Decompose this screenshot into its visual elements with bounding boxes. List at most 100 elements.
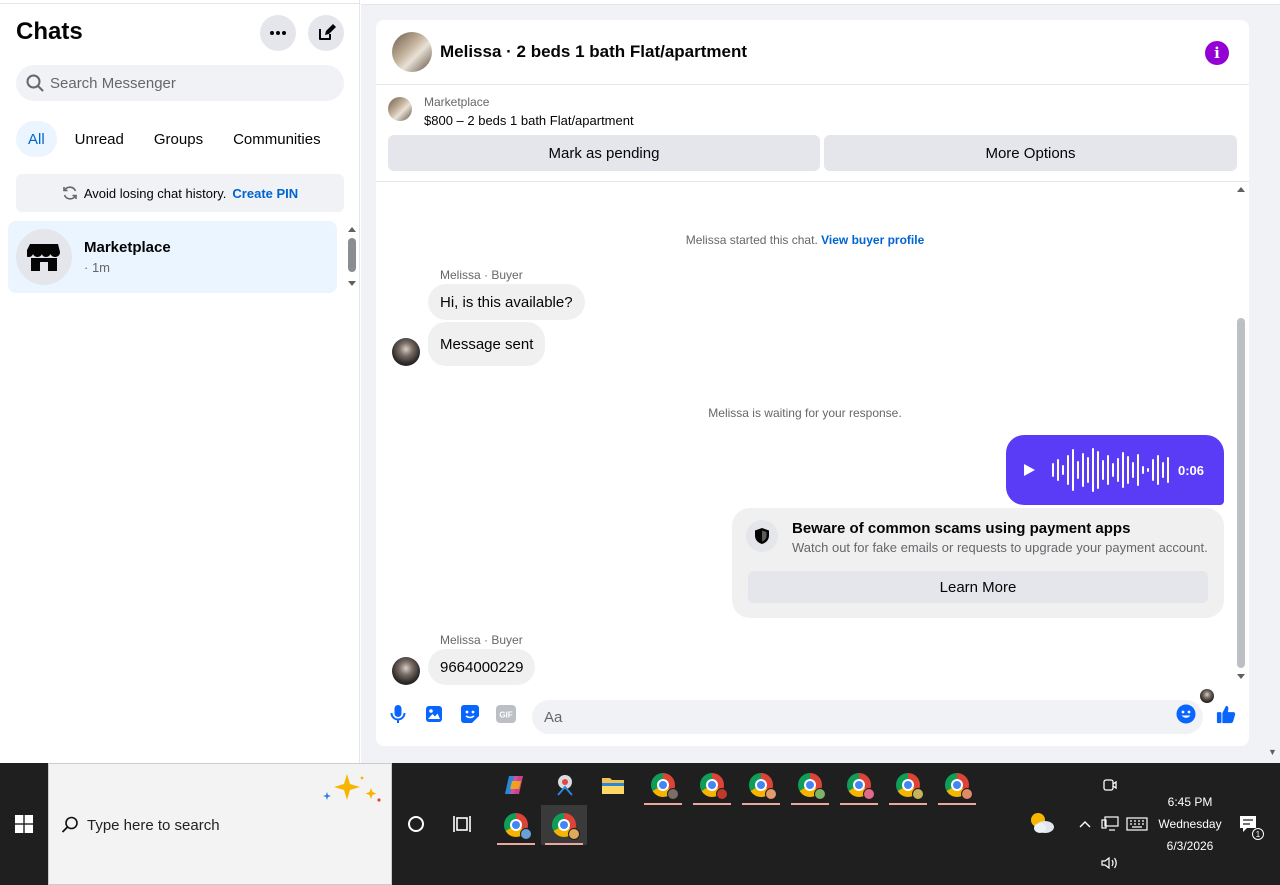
audio-waveform — [1052, 445, 1169, 495]
profile-badge — [716, 788, 728, 800]
sidebar-scrollbar-graphic — [348, 227, 356, 286]
copilot-icon — [505, 776, 523, 794]
task-view-button[interactable] — [440, 804, 486, 844]
speaker-icon — [1101, 856, 1117, 870]
profile-badge — [961, 788, 973, 800]
profile-badge — [568, 828, 580, 840]
notification-count: 1 — [1252, 828, 1264, 840]
buyer-avatar[interactable] — [392, 338, 420, 366]
filter-groups[interactable]: Groups — [142, 121, 215, 157]
copilot-app[interactable] — [492, 765, 538, 805]
search-icon — [26, 74, 44, 92]
message-bubble[interactable]: Hi, is this available? — [428, 284, 585, 320]
windows-logo-icon — [15, 815, 33, 833]
start-button[interactable] — [0, 763, 48, 885]
message-input[interactable] — [532, 700, 1203, 734]
touch-keyboard-button[interactable] — [1124, 804, 1150, 844]
chrome-window[interactable] — [640, 765, 686, 805]
weather-icon — [1031, 813, 1054, 833]
emoji-icon[interactable] — [1176, 704, 1196, 724]
folder-icon — [602, 778, 624, 794]
listing-source: Marketplace — [424, 95, 490, 109]
volume-button[interactable] — [1098, 843, 1122, 883]
notifications-button[interactable]: 1 — [1232, 804, 1266, 844]
scam-warning-card: Beware of common scams using payment app… — [732, 508, 1224, 618]
filter-communities[interactable]: Communities — [221, 121, 333, 157]
message-thread: Melissa started this chat. View buyer pr… — [376, 183, 1249, 703]
chrome-window[interactable] — [934, 765, 980, 805]
play-icon[interactable] — [1022, 463, 1036, 477]
network-icon — [1101, 816, 1119, 831]
conversation-title[interactable]: Melissa · 2 beds 1 bath Flat/apartment — [440, 42, 747, 62]
chrome-window-active[interactable] — [541, 805, 587, 845]
learn-more-button[interactable]: Learn More — [748, 571, 1208, 603]
voice-message[interactable]: 0:06 — [1006, 435, 1224, 505]
chrome-window[interactable] — [787, 765, 833, 805]
filter-all[interactable]: All — [16, 121, 57, 157]
chevron-up-icon — [1079, 821, 1091, 828]
like-icon[interactable] — [1216, 704, 1236, 724]
search-input[interactable] — [50, 74, 330, 92]
weather-widget[interactable] — [1020, 803, 1064, 843]
new-message-button[interactable] — [308, 15, 344, 51]
sender-label: Melissa · Buyer — [440, 268, 523, 282]
sidebar-scrollbar[interactable] — [346, 224, 358, 288]
messenger-search[interactable] — [16, 65, 344, 101]
cortana-button[interactable] — [393, 804, 439, 844]
main-top-divider — [361, 0, 1280, 5]
sticker-icon[interactable] — [460, 704, 480, 724]
shield-icon — [746, 520, 778, 552]
listing-title[interactable]: $800 – 2 beds 1 bath Flat/apartment — [424, 113, 634, 128]
listing-thumbnail[interactable] — [388, 97, 412, 121]
window-scroll-down-arrow[interactable]: ▼ — [1268, 747, 1277, 757]
clock-date[interactable]: 6/3/2026 — [1150, 839, 1230, 853]
voice-duration: 0:06 — [1177, 462, 1204, 478]
waiting-note: Melissa is waiting for your response. — [708, 406, 902, 420]
view-buyer-profile-link[interactable]: View buyer profile — [821, 233, 924, 247]
info-icon: i — [1214, 44, 1220, 62]
ellipsis-icon — [270, 31, 286, 35]
chrome-window[interactable] — [738, 765, 784, 805]
meet-now-button[interactable] — [1088, 765, 1132, 805]
chat-filters: All Unread Groups Communities — [16, 121, 333, 157]
chrome-window[interactable] — [493, 805, 539, 845]
chrome-window[interactable] — [836, 765, 882, 805]
sidebar-title: Chats — [16, 18, 83, 45]
thread-scroll-thumb[interactable] — [1237, 318, 1245, 668]
buyer-avatar[interactable] — [392, 657, 420, 685]
photo-icon[interactable] — [424, 704, 444, 724]
file-explorer-app[interactable] — [590, 765, 636, 805]
show-hidden-icons-button[interactable] — [1074, 804, 1096, 844]
network-button[interactable] — [1098, 804, 1122, 844]
thread-scrollbar[interactable] — [1234, 183, 1248, 683]
message-bubble[interactable]: 9664000229 — [428, 649, 536, 685]
sync-icon — [63, 186, 77, 200]
snipping-tool-app[interactable] — [542, 765, 588, 805]
create-pin-link[interactable]: Create PIN — [232, 186, 298, 201]
sidebar-top-divider — [0, 0, 360, 4]
more-options-listing-button[interactable]: More Options — [824, 135, 1237, 171]
taskbar-search[interactable] — [48, 763, 392, 885]
more-options-button[interactable] — [260, 15, 296, 51]
listing-avatar[interactable] — [392, 32, 432, 72]
message-bubble[interactable]: Message sent — [428, 322, 546, 366]
chat-sidebar: Chats All Unread Groups Communities Avoi… — [0, 0, 360, 763]
chat-list-item-marketplace[interactable]: Marketplace · 1m — [8, 221, 337, 293]
clock-time[interactable]: 6:45 PM — [1150, 795, 1230, 809]
svg-text:GIF: GIF — [499, 711, 512, 720]
profile-badge — [765, 788, 777, 800]
conversation-info-button[interactable]: i — [1205, 41, 1229, 65]
clock-day[interactable]: Wednesday — [1150, 817, 1230, 831]
filter-unread[interactable]: Unread — [63, 121, 136, 157]
compose-icon — [319, 24, 336, 40]
chrome-window[interactable] — [689, 765, 735, 805]
mark-as-pending-button[interactable]: Mark as pending — [388, 135, 820, 171]
profile-badge — [667, 788, 679, 800]
chat-timestamp: · 1m — [84, 260, 110, 275]
chat-started-note: Melissa started this chat. View buyer pr… — [376, 233, 1234, 247]
gif-icon[interactable]: GIF — [496, 704, 516, 724]
chrome-window[interactable] — [885, 765, 931, 805]
taskbar-search-input[interactable] — [87, 814, 347, 836]
create-pin-banner: Avoid losing chat history. Create PIN — [16, 174, 344, 212]
microphone-icon[interactable] — [388, 704, 408, 724]
